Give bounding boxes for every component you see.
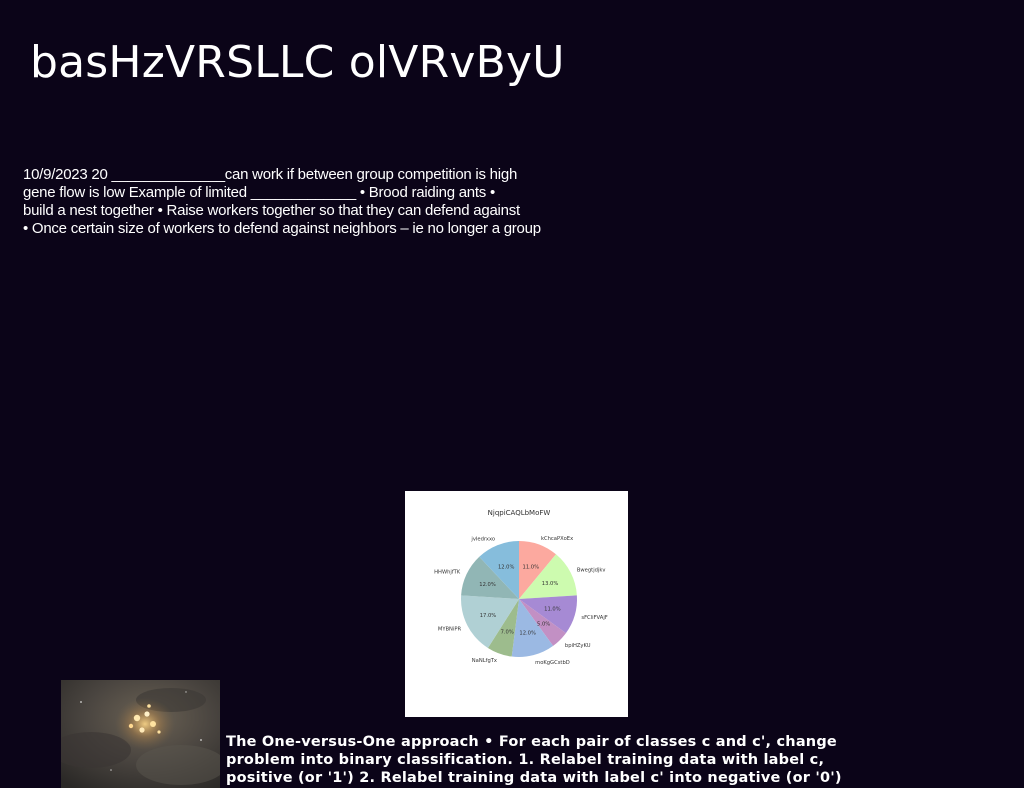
slice-percent-label: 12.0%	[498, 565, 515, 571]
slide-body-text: 10/9/2023 20 ______________can work if b…	[23, 166, 613, 238]
slice-category-label: jvIedrxxo	[470, 537, 495, 543]
slice-percent-label: 12.0%	[479, 582, 496, 588]
slice-category-label: kChcaPXoEx	[541, 536, 573, 542]
star-cluster-image	[61, 680, 220, 788]
caption-line: positive (or '1') 2. Relabel training da…	[226, 770, 842, 786]
caption-line: The One-versus-One approach • For each p…	[226, 734, 837, 750]
slice-percent-label: 13.0%	[542, 581, 559, 587]
body-line: 10/9/2023 20 ______________can work if b…	[23, 166, 518, 183]
star-cluster-photo	[61, 680, 220, 788]
slice-percent-label: 11.0%	[523, 564, 540, 570]
slice-percent-label: 17.0%	[480, 613, 497, 619]
slice-percent-label: 5.0%	[537, 622, 550, 628]
slice-category-label: Bwegtjdjkv	[577, 568, 606, 574]
slide-title: basHzVRSLLC olVRvByU	[30, 37, 565, 88]
slice-category-label: MYBNiPR	[438, 626, 462, 632]
body-line: gene flow is low Example of limited ____…	[23, 184, 495, 201]
slice-category-label: bpiHZyKU	[565, 643, 591, 649]
slide-caption: The One-versus-One approach • For each p…	[226, 733, 846, 787]
slice-percent-label: 12.0%	[519, 631, 536, 637]
caption-line: problem into binary classification. 1. R…	[226, 752, 825, 768]
slice-percent-label: 11.0%	[544, 607, 561, 613]
slice-percent-label: 7.0%	[501, 630, 514, 636]
pie-chart: NjqpiCAQLbMoFW 11.0% kChcaPXoEx 13.0% Bwegt…	[434, 509, 608, 666]
body-line: build a nest together • Raise workers to…	[23, 202, 520, 219]
slice-category-label: NaNLfgTx	[472, 658, 497, 664]
slice-category-label: sFCliFVAjF	[581, 615, 607, 621]
pie-chart-image: NjqpiCAQLbMoFW 11.0% kChcaPXoEx 13.0% Bwegt…	[405, 491, 628, 717]
body-line: • Once certain size of workers to defend…	[23, 220, 541, 237]
slice-category-label: HHWhjfTK	[434, 569, 461, 575]
slice-category-label: moKgGCstbD	[535, 660, 570, 666]
chart-title: NjqpiCAQLbMoFW	[488, 509, 551, 517]
